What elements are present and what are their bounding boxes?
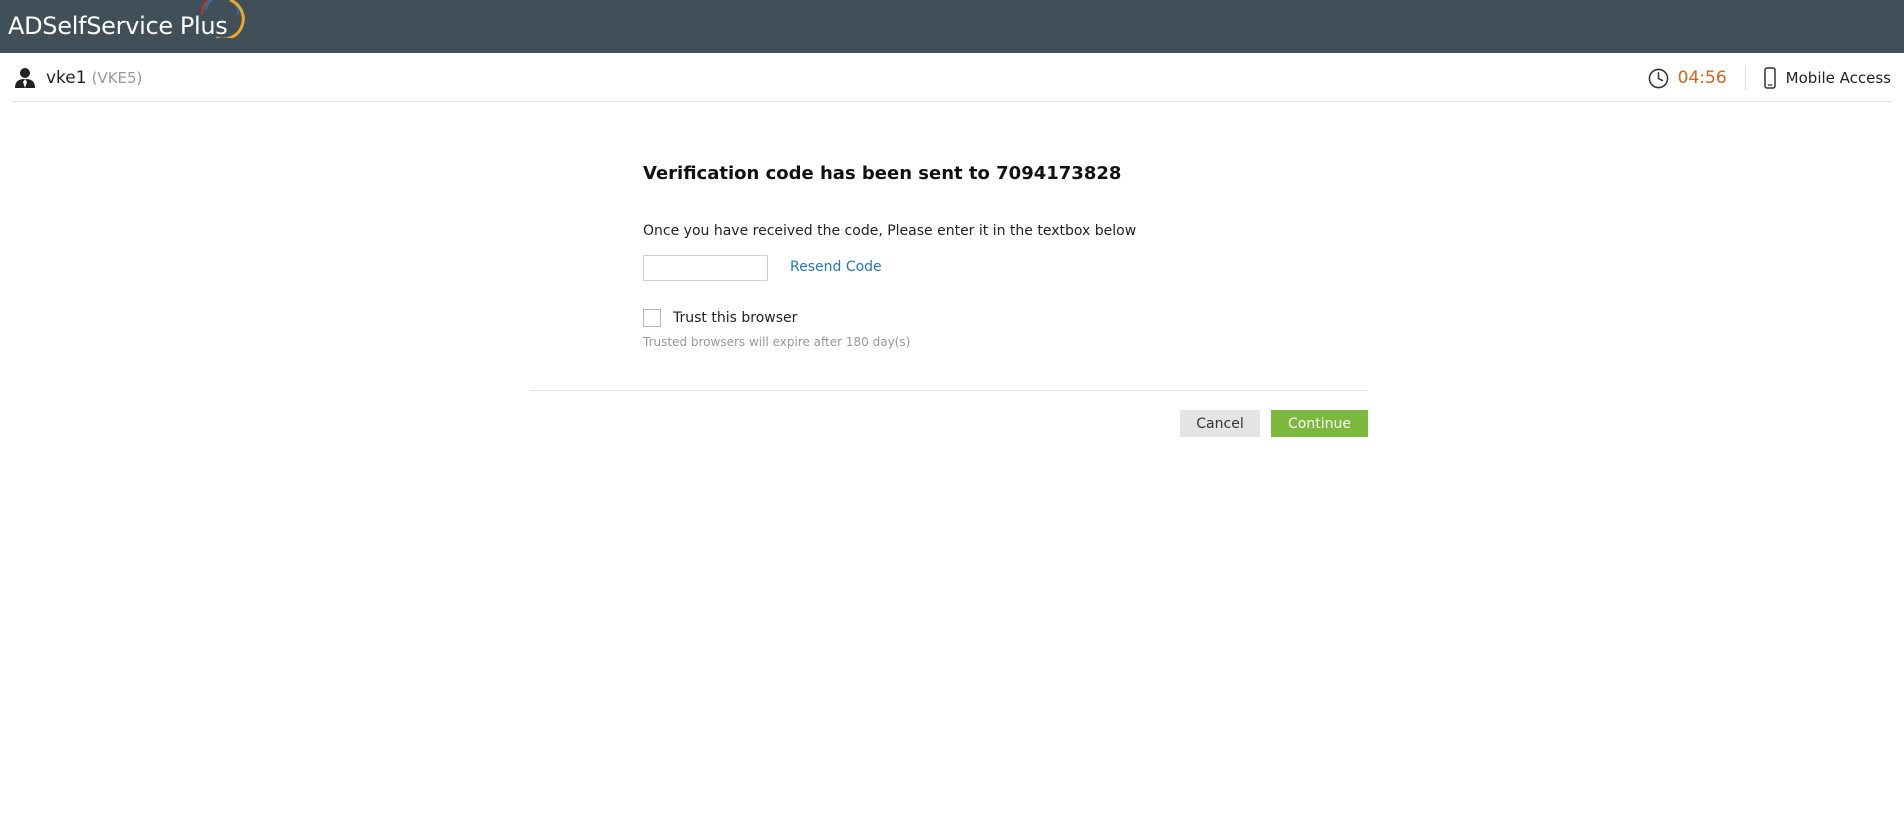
divider	[1744, 66, 1746, 90]
trust-browser-label[interactable]: Trust this browser	[673, 310, 797, 326]
user-name: vke1	[46, 68, 87, 88]
trust-browser-row: Trust this browser	[643, 308, 797, 328]
brand-name: ADSelfService	[8, 12, 173, 40]
instruction-text: Once you have received the code, Please …	[643, 223, 1137, 239]
app-logo: ADSelfService Plus	[8, 8, 228, 44]
footer-divider	[530, 390, 1368, 391]
user-identity: vke1 (VKE5)	[14, 66, 142, 90]
continue-button[interactable]: Continue	[1271, 410, 1368, 437]
session-timer: 04:56	[1677, 68, 1727, 88]
user-info-bar: vke1 (VKE5) 04:56 Mobile Access	[13, 53, 1891, 102]
mobile-phone-icon[interactable]	[1763, 67, 1776, 89]
verification-code-input[interactable]	[643, 255, 768, 281]
verification-form: Verification code has been sent to 70941…	[643, 160, 1363, 349]
cancel-button[interactable]: Cancel	[1180, 410, 1260, 437]
mobile-access-link[interactable]: Mobile Access	[1786, 69, 1891, 87]
user-icon	[15, 68, 35, 88]
user-id: (VKE5)	[91, 69, 143, 87]
page-title: Verification code has been sent to 70941…	[643, 163, 1122, 184]
session-info: 04:56 Mobile Access	[1648, 64, 1891, 92]
resend-code-link[interactable]: Resend Code	[790, 259, 882, 275]
clock-icon	[1648, 68, 1669, 88]
logo-arc-icon	[201, 0, 245, 38]
trust-expiry-note: Trusted browsers will expire after 180 d…	[643, 335, 911, 349]
top-header-bar: ADSelfService Plus	[0, 0, 1904, 53]
trust-browser-checkbox[interactable]	[643, 309, 661, 327]
